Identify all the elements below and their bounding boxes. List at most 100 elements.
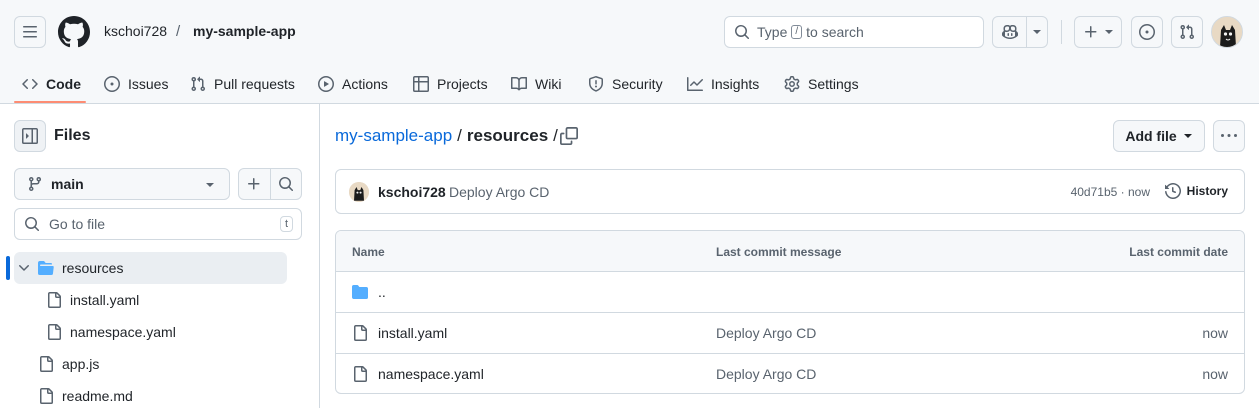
commit-message[interactable]: Deploy Argo CD <box>449 184 549 200</box>
file-icon <box>40 388 53 404</box>
pull-requests-button[interactable] <box>1171 16 1203 48</box>
commit-author[interactable]: kschoi728 <box>378 184 446 200</box>
chevron-down-icon <box>19 265 29 271</box>
github-logo-icon[interactable] <box>58 16 90 48</box>
header-divider <box>1061 20 1062 44</box>
add-file-sidebar-button[interactable] <box>239 169 270 199</box>
triangle-down-icon <box>206 183 214 187</box>
tree-file-namespace-yaml[interactable]: namespace.yaml <box>46 316 176 348</box>
copilot-dropdown-button[interactable] <box>1027 17 1047 47</box>
branch-name: main <box>51 176 84 192</box>
tab-security[interactable]: Security <box>588 64 663 104</box>
avatar-image-icon <box>349 182 369 202</box>
tree-item-label: app.js <box>62 356 100 372</box>
tab-pull-requests-label: Pull requests <box>214 76 295 92</box>
triangle-down-icon <box>1104 30 1113 34</box>
tree-item-label: install.yaml <box>70 292 140 308</box>
commit-time: now <box>1127 185 1150 199</box>
triangle-down-icon <box>1183 134 1192 138</box>
file-icon <box>48 324 61 340</box>
table-row[interactable]: install.yaml Deploy Argo CD now <box>336 313 1244 354</box>
tab-wiki-label: Wiki <box>535 76 562 92</box>
tab-issues-label: Issues <box>128 76 169 92</box>
tree-file-app-js[interactable]: app.js <box>38 348 99 380</box>
history-icon <box>1164 183 1181 199</box>
table-row-parent-dir[interactable]: .. <box>336 272 1244 313</box>
table-row[interactable]: namespace.yaml Deploy Argo CD now <box>336 354 1244 393</box>
create-new-button[interactable] <box>1074 16 1122 48</box>
tab-security-label: Security <box>612 76 663 92</box>
copy-path-button[interactable] <box>560 127 578 145</box>
search-files-button[interactable] <box>269 169 301 199</box>
tree-file-install-yaml[interactable]: install.yaml <box>46 284 139 316</box>
tab-projects[interactable]: Projects <box>413 64 488 104</box>
graph-icon <box>687 77 703 91</box>
code-icon <box>22 78 38 90</box>
commit-author-avatar[interactable] <box>349 182 369 202</box>
file-icon <box>48 292 61 308</box>
search-input[interactable]: Type / to search <box>724 16 984 48</box>
user-avatar[interactable] <box>1211 16 1243 48</box>
file-commit-date: now <box>1202 366 1228 382</box>
add-file-button[interactable]: Add file <box>1113 120 1205 152</box>
collapse-sidebar-button[interactable] <box>14 120 46 152</box>
menu-button[interactable] <box>14 16 46 48</box>
commit-meta-dot: · <box>1120 185 1125 199</box>
repo-link[interactable]: my-sample-app <box>193 23 296 39</box>
search-shortcut-key: / <box>791 25 803 39</box>
tab-actions-label: Actions <box>342 76 388 92</box>
tree-file-readme-md[interactable]: readme.md <box>38 380 133 408</box>
tab-settings[interactable]: Settings <box>784 64 859 104</box>
search-placeholder-suffix: to search <box>806 24 864 40</box>
breadcrumb-separator: / <box>176 23 181 40</box>
path-separator: / <box>457 126 462 145</box>
tab-issues[interactable]: Issues <box>104 64 168 104</box>
path-repo-link[interactable]: my-sample-app <box>335 126 452 146</box>
go-to-file-placeholder: Go to file <box>49 216 106 232</box>
tree-item-label: namespace.yaml <box>70 324 176 340</box>
tab-wiki[interactable]: Wiki <box>511 64 561 104</box>
go-to-file-shortcut: t <box>279 216 293 232</box>
commit-sha[interactable]: 40d71b5 <box>1071 185 1118 199</box>
repo-tabs: Code Issues Pull requests Actions Projec… <box>0 64 1259 104</box>
branch-selector[interactable]: main <box>14 168 230 200</box>
active-tab-indicator <box>14 101 86 103</box>
file-icon <box>40 356 53 372</box>
file-commit-message[interactable]: Deploy Argo CD <box>716 325 816 341</box>
tab-projects-label: Projects <box>437 76 488 92</box>
tab-actions[interactable]: Actions <box>318 64 388 104</box>
shield-icon <box>589 76 603 92</box>
tab-insights[interactable]: Insights <box>687 64 759 104</box>
commit-meta: 40d71b5 · now <box>1071 185 1150 199</box>
table-header: Name Last commit message Last commit dat… <box>336 231 1244 272</box>
copilot-button[interactable] <box>993 17 1027 47</box>
parent-dir-link[interactable]: .. <box>352 284 386 300</box>
owner-link[interactable]: kschoi728 <box>104 23 167 39</box>
col-name-header: Name <box>352 245 385 259</box>
tree-folder-resources[interactable]: resources <box>14 252 287 284</box>
git-branch-icon <box>28 177 41 192</box>
go-to-file-input[interactable]: Go to file t <box>14 208 302 240</box>
history-button[interactable]: History <box>1164 183 1228 199</box>
issue-opened-icon <box>1139 24 1155 40</box>
file-link[interactable]: namespace.yaml <box>352 366 484 382</box>
selected-item-indicator <box>6 256 10 280</box>
file-name: install.yaml <box>378 325 448 341</box>
git-pull-request-icon <box>191 76 206 92</box>
col-message-header: Last commit message <box>716 245 842 259</box>
sidebar-actions <box>238 168 302 200</box>
more-options-button[interactable] <box>1213 120 1245 152</box>
file-commit-message[interactable]: Deploy Argo CD <box>716 366 816 382</box>
tab-code[interactable]: Code <box>22 64 81 104</box>
add-file-label: Add file <box>1125 128 1177 144</box>
copilot-button-group <box>992 16 1048 48</box>
plus-icon <box>248 178 260 190</box>
issues-button[interactable] <box>1131 16 1163 48</box>
file-link[interactable]: install.yaml <box>352 325 447 341</box>
parent-dir-label: .. <box>378 284 386 300</box>
tab-pull-requests[interactable]: Pull requests <box>190 64 295 104</box>
file-icon <box>354 325 367 341</box>
search-icon <box>735 25 750 40</box>
copy-icon <box>560 127 578 145</box>
git-pull-request-icon <box>1180 24 1195 40</box>
